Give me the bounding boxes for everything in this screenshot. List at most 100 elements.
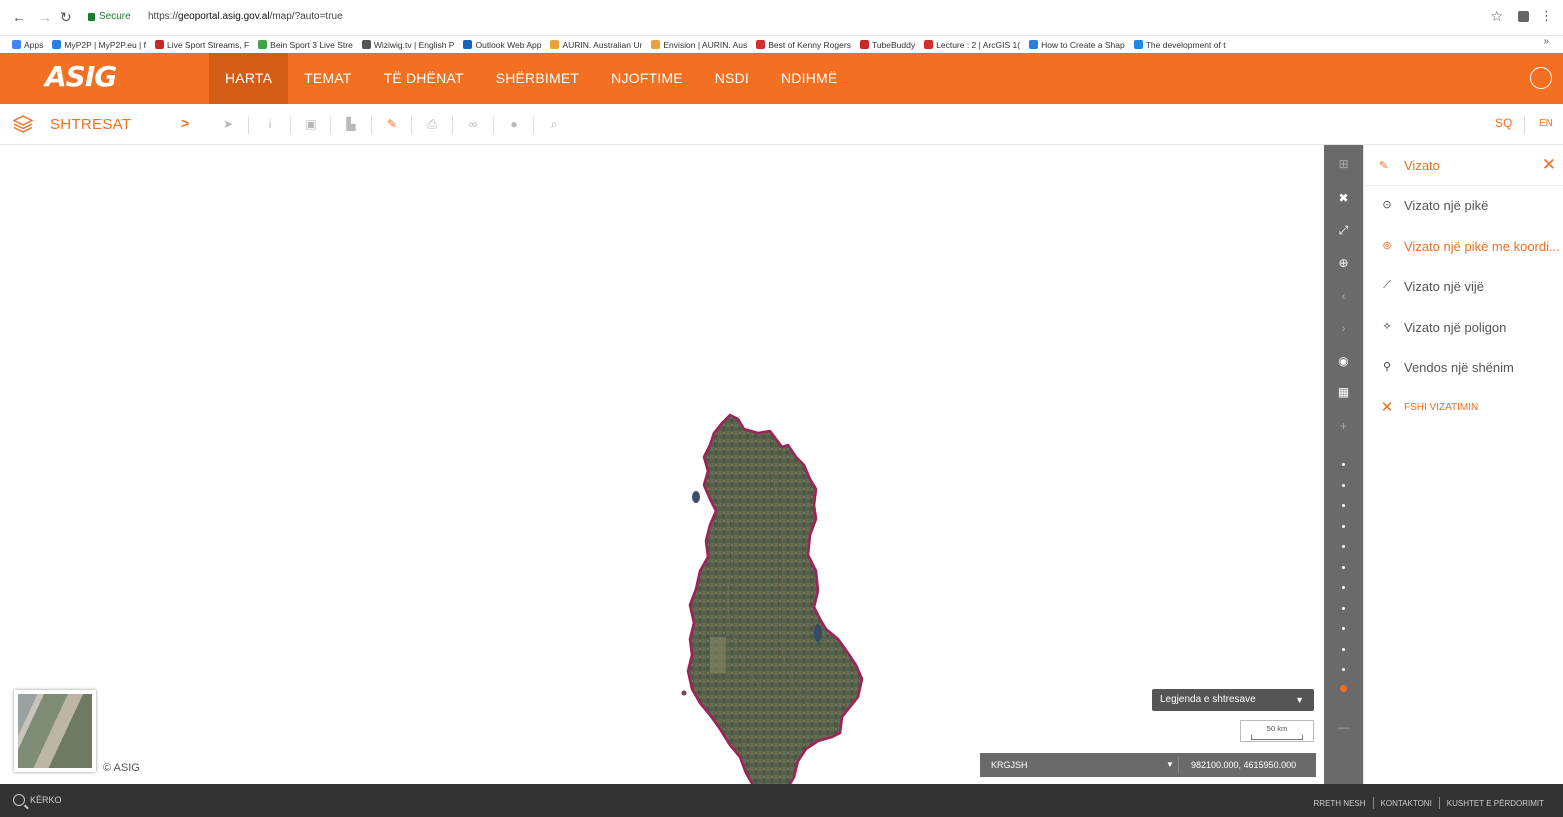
bookmark-label: Envision | AURIN. Aus — [663, 39, 748, 50]
bookmark-item[interactable]: Best of Kenny Rogers — [756, 40, 851, 50]
browser-menu-icon[interactable]: ⋮ — [1540, 8, 1553, 24]
zoom-level-dot[interactable] — [1342, 606, 1345, 610]
bookmark-label: TubeBuddy — [871, 39, 916, 50]
url-field[interactable]: https://geoportal.asig.gov.al/map/?auto=… — [148, 11, 343, 22]
bookmark-item[interactable]: MyP2P | MyP2P.eu | f — [52, 40, 146, 50]
nav-item-5[interactable]: NJOFTIME — [595, 53, 699, 104]
bookmark-favicon-icon — [550, 40, 560, 49]
layers-label[interactable]: SHTRESAT — [50, 116, 131, 133]
chevron-down-icon[interactable]: ▼ — [1166, 753, 1174, 777]
bookmark-item[interactable]: How to Create a Shap — [1029, 40, 1125, 50]
footer-search[interactable]: KËRKO — [13, 794, 62, 806]
toolbar-divider — [452, 116, 453, 134]
point-icon: ⊙ — [1382, 199, 1392, 211]
zoom-out-icon[interactable]: — — [1324, 716, 1363, 738]
main-nav: HARTA TEMAT TË DHËNAT SHËRBIMET NJOFTIME NSDI… — [209, 53, 853, 104]
bookmark-star-icon[interactable]: ☆ — [1490, 8, 1503, 25]
map-toolbar: SHTRESAT > ➤ i ▣ ▙ ✎ ⎙ ∞ ● ⌕ SQ EN — [0, 104, 1563, 145]
zoom-level-dot[interactable] — [1342, 565, 1345, 569]
map-canvas[interactable]: © ASIG Legjenda e shtresave ▼ 50 km KRGJ… — [0, 145, 1324, 803]
draw-option-4[interactable]: ⟡ Vizato një poligon — [1364, 308, 1563, 348]
bookmark-favicon-icon — [1133, 40, 1143, 49]
zoom-level-dot[interactable] — [1342, 668, 1345, 671]
bookmark-label: MyP2P | MyP2P.eu | f — [64, 39, 146, 50]
grid-icon[interactable]: ▦ — [1324, 381, 1363, 403]
zoom-in-icon[interactable]: + — [1324, 415, 1363, 437]
nav-item-1[interactable]: HARTA — [209, 53, 289, 104]
draw-option-1[interactable]: ⊙ Vizato një pikë — [1364, 186, 1563, 226]
coordinate-readout: 982100.000, 4615950.000 — [1191, 760, 1297, 770]
bookmark-item[interactable]: AURIN. Australian Ur — [550, 40, 642, 50]
nav-item-3[interactable]: TË DHËNAT — [368, 53, 480, 104]
link-icon[interactable]: ∞ — [465, 116, 481, 132]
legend-toggle-button[interactable]: Legjenda e shtresave ▼ — [1152, 689, 1314, 711]
footer-link-about[interactable]: RRETH NESH — [1307, 799, 1373, 808]
legend-label: Legjenda e shtresave — [1160, 694, 1256, 705]
bookmark-item[interactable]: TubeBuddy — [859, 39, 916, 50]
zoom-level-dot[interactable] — [1342, 483, 1345, 487]
footer-link-contact[interactable]: KONTAKTONI — [1374, 799, 1439, 808]
nav-item-6[interactable]: NSDI — [699, 53, 765, 104]
draw-edit-icon[interactable]: ✎ — [384, 116, 400, 132]
bookmark-item[interactable]: Lecture : 2 | ArcGIS 1( — [924, 40, 1020, 50]
draw-option-3[interactable]: ⟋ Vizato një vijë — [1364, 267, 1563, 307]
bookmark-item[interactable]: Envision | AURIN. Aus — [651, 40, 747, 50]
fullscreen-icon[interactable]: ⤢ — [1324, 219, 1363, 241]
select-pointer-icon[interactable]: ➤ — [220, 116, 236, 132]
secure-indicator[interactable]: Secure — [88, 11, 131, 22]
next-extent-icon[interactable]: › — [1324, 317, 1363, 339]
elevation-profile-icon[interactable]: ▙ — [343, 116, 359, 132]
bookmark-favicon-icon — [859, 40, 869, 49]
zoom-level-dot[interactable] — [1342, 647, 1345, 651]
forward-arrow-icon[interactable]: → — [38, 9, 52, 25]
zoom-level-dot[interactable] — [1342, 586, 1345, 589]
zoom-to-icon[interactable]: ⊕ — [1324, 252, 1363, 274]
layers-icon[interactable] — [13, 115, 33, 133]
zoom-level-dot[interactable] — [1342, 524, 1345, 528]
bookmark-item[interactable]: Outlook Web App — [463, 40, 541, 50]
print-icon[interactable]: ⎙ — [424, 116, 440, 132]
bookmark-item[interactable]: The development of t — [1133, 40, 1226, 50]
language-sq[interactable]: SQ — [1495, 116, 1512, 130]
language-en[interactable]: EN — [1539, 118, 1553, 129]
bookmark-item[interactable]: Bein Sport 3 Live Stre — [258, 40, 353, 50]
zoom-level-dot[interactable] — [1342, 545, 1345, 548]
bookmark-item[interactable]: Apps — [12, 40, 43, 50]
user-icon[interactable] — [1530, 67, 1552, 89]
draw-option-2[interactable]: ⊚ Vizato një pikë me koordi... — [1364, 227, 1563, 267]
info-icon[interactable]: i — [262, 116, 278, 132]
back-arrow-icon[interactable]: ← — [12, 9, 26, 25]
draw-option-6[interactable]: ✕ FSHI VIZATIMIN — [1364, 389, 1563, 429]
more-bookmarks-chevron-icon[interactable]: » — [1543, 36, 1549, 47]
add-layer-icon[interactable]: ▣ — [303, 116, 319, 132]
bookmark-favicon-icon — [756, 40, 766, 49]
overview-map-thumbnail[interactable] — [14, 690, 96, 772]
close-icon[interactable]: ✕ — [1542, 155, 1556, 175]
extension-icon[interactable] — [1518, 11, 1529, 22]
globe-icon[interactable]: ◉ — [1324, 350, 1363, 372]
albania-imagery-outline[interactable] — [670, 407, 866, 805]
asig-logo[interactable]: ASIG — [45, 60, 117, 93]
zoom-level-dot[interactable] — [1342, 463, 1345, 466]
nav-item-4[interactable]: SHËRBIMET — [480, 53, 595, 104]
zoom-level-dot[interactable] — [1342, 627, 1345, 630]
browser-address-bar: ← → ↻ Secure https://geoportal.asig.gov.… — [0, 0, 1563, 36]
draw-panel-header: ✎ Vizato ✕ — [1364, 145, 1563, 186]
expand-layers-chevron-icon[interactable]: > — [181, 115, 189, 131]
draw-option-5[interactable]: ⚲ Vendos një shënim — [1364, 348, 1563, 388]
full-extent-icon[interactable]: ✖ — [1324, 187, 1363, 209]
bookmark-item[interactable]: Wiziwig.tv | English P — [361, 40, 454, 50]
bookmark-item[interactable]: Live Sport Streams, F — [154, 40, 249, 50]
settings-icon[interactable]: ● — [506, 116, 522, 132]
zoom-level-dot[interactable] — [1342, 504, 1345, 507]
nav-item-7[interactable]: NDIHMË — [765, 53, 853, 104]
nav-item-2[interactable]: TEMAT — [288, 53, 367, 104]
reload-icon[interactable]: ↻ — [60, 9, 72, 26]
basemap-icon[interactable]: ⊞ — [1324, 153, 1363, 175]
previous-extent-icon[interactable]: ‹ — [1324, 285, 1363, 307]
crs-select[interactable]: KRGJSH — [991, 753, 1028, 777]
lock-icon — [88, 12, 95, 21]
zoom-slider-handle[interactable] — [1340, 685, 1347, 692]
footer-link-terms[interactable]: KUSHTET E PËRDORIMIT — [1440, 799, 1551, 808]
search-icon[interactable]: ⌕ — [546, 116, 562, 132]
